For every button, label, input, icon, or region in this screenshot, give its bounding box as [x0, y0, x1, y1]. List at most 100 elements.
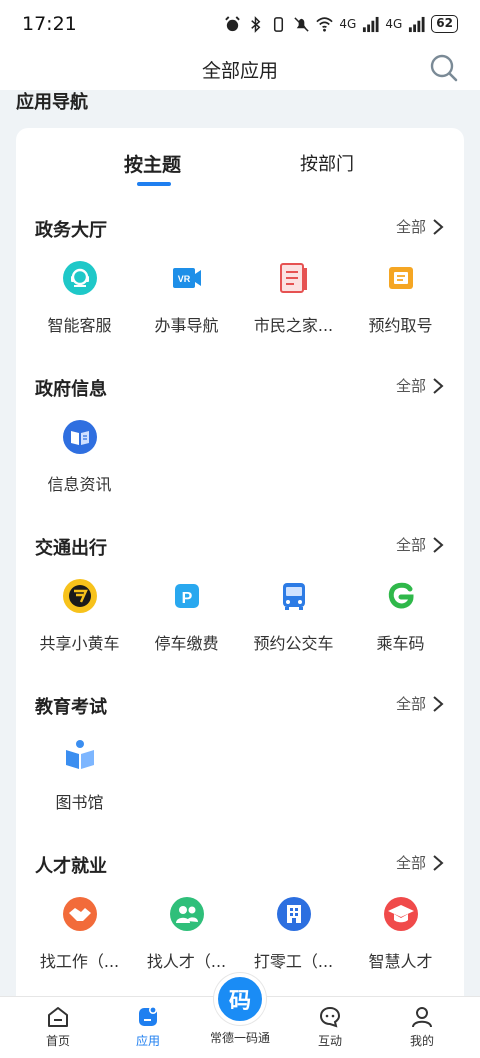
library-icon [62, 737, 98, 773]
app-item-label: 停车缴费 [154, 634, 219, 653]
group-items: 智能客服 VR 办事导航 市民之家... 预约取号 [16, 260, 464, 360]
wifi-icon [316, 16, 334, 32]
app-item-label: 找人才（... [146, 952, 227, 971]
svg-text:VR: VR [177, 274, 190, 284]
chevron-right-icon [433, 854, 444, 871]
app-item-shared-bike[interactable]: 共享小黄车 [26, 578, 133, 654]
nav-label: 我的 [409, 1034, 434, 1048]
app-item-label: 预约取号 [368, 316, 433, 335]
news-book-icon [62, 419, 98, 455]
chevron-right-icon [433, 218, 444, 235]
app-item-label: 智能客服 [47, 316, 112, 335]
nav-apps[interactable]: 应用 [118, 1005, 178, 1049]
group-more-button[interactable]: 全部 [396, 375, 444, 396]
building-icon [276, 896, 312, 932]
app-navigation-card: 按主题 按部门 政务大厅 全部 智能客服 VR 办事导航 市民之家... 预约取… [16, 128, 464, 1008]
app-item-smart-service[interactable]: 智能客服 [26, 260, 133, 336]
app-item-parking-payment[interactable]: P 停车缴费 [133, 578, 240, 654]
app-item-label: 共享小黄车 [39, 634, 120, 653]
more-label: 全部 [395, 218, 426, 236]
nav-mine[interactable]: 我的 [392, 1005, 452, 1049]
graduation-cap-icon [383, 896, 419, 932]
status-icons: 4G 4G 62 [224, 15, 458, 33]
chevron-right-icon [433, 536, 444, 553]
app-item-library[interactable]: 图书馆 [26, 737, 133, 813]
chat-bubble-icon [319, 1006, 341, 1028]
mute-icon [294, 16, 310, 32]
shared-bike-icon [62, 578, 98, 614]
chevron-right-icon [433, 377, 444, 394]
group-government-hall: 政务大厅 全部 智能客服 VR 办事导航 市民之家... 预约取号 [16, 216, 464, 374]
changde-code-button[interactable]: 码 [214, 973, 266, 1025]
app-item-appointment-ticket[interactable]: 预约取号 [347, 260, 454, 336]
group-title: 政务大厅 [35, 220, 107, 241]
bluetooth-icon [251, 15, 261, 33]
battery-indicator: 62 [431, 15, 458, 33]
group-title: 人才就业 [35, 856, 107, 877]
chevron-right-icon [433, 695, 444, 712]
group-more-button[interactable]: 全部 [396, 852, 444, 873]
status-bar: 17:21 4G 4G 62 [0, 0, 480, 48]
citizen-home-icon [276, 260, 312, 296]
nav-changde-code[interactable]: 码 常德一码通 [205, 973, 275, 1046]
group-items: 信息资讯 [16, 419, 464, 519]
app-item-odd-jobs[interactable]: 打零工（... [240, 896, 347, 972]
active-tab-indicator [137, 182, 171, 186]
nav-label: 应用 [135, 1034, 160, 1048]
parking-icon: P [169, 578, 205, 614]
app-item-ride-code[interactable]: 乘车码 [347, 578, 454, 654]
group-items: 图书馆 [16, 737, 464, 837]
group-title: 交通出行 [35, 538, 107, 559]
app-item-citizen-home[interactable]: 市民之家... [240, 260, 347, 336]
app-item-news[interactable]: 信息资讯 [26, 419, 133, 495]
bottom-navigation: 首页 应用 码 常德一码通 互动 我的 [0, 973, 480, 1058]
app-item-smart-talent[interactable]: 智慧人才 [347, 896, 454, 972]
more-label: 全部 [395, 377, 426, 395]
more-label: 全部 [395, 695, 426, 713]
group-more-button[interactable]: 全部 [396, 216, 444, 237]
code-glyph: 码 [228, 989, 251, 1014]
network-type-1: 4G [339, 17, 357, 31]
network-type-2: 4G [385, 17, 403, 31]
app-item-label: 预约公交车 [253, 634, 334, 653]
nav-home[interactable]: 首页 [28, 1005, 88, 1049]
home-icon [48, 1007, 68, 1027]
app-item-label: 打零工（... [253, 952, 334, 971]
app-item-label: 乘车码 [376, 634, 425, 653]
group-education: 教育考试 全部 图书馆 [16, 693, 464, 851]
alarm-icon [225, 15, 241, 31]
section-heading: 应用导航 [16, 92, 88, 113]
appointment-ticket-icon [383, 260, 419, 296]
app-item-label: 智慧人才 [368, 952, 433, 971]
app-item-label: 信息资讯 [47, 475, 112, 494]
group-government-info: 政府信息 全部 信息资讯 [16, 375, 464, 533]
tab-by-department[interactable]: 按部门 [300, 150, 354, 176]
app-item-label: 市民之家... [253, 316, 334, 335]
user-icon [412, 1007, 432, 1028]
search-button[interactable] [426, 50, 462, 86]
vibrate-icon [274, 16, 284, 32]
app-item-label: 找工作（... [39, 952, 120, 971]
tab-by-theme[interactable]: 按主题 [124, 150, 181, 177]
app-item-label: 图书馆 [55, 793, 104, 812]
nav-label: 互动 [317, 1034, 342, 1048]
bus-icon [276, 578, 312, 614]
app-item-service-navigation[interactable]: VR 办事导航 [133, 260, 240, 336]
signal-icon [363, 16, 379, 32]
nav-label: 首页 [45, 1034, 70, 1048]
svg-text:P: P [181, 590, 192, 607]
app-item-bus-booking[interactable]: 预约公交车 [240, 578, 347, 654]
app-item-find-job[interactable]: 找工作（... [26, 896, 133, 972]
signal-icon-2 [409, 16, 425, 32]
group-more-button[interactable]: 全部 [396, 693, 444, 714]
app-item-find-talent[interactable]: 找人才（... [133, 896, 240, 972]
more-label: 全部 [395, 854, 426, 872]
group-title: 教育考试 [35, 697, 107, 718]
status-time: 17:21 [22, 13, 77, 35]
people-icon [169, 896, 205, 932]
nav-label: 常德一码通 [209, 1031, 270, 1045]
nav-interact[interactable]: 互动 [300, 1005, 360, 1049]
handshake-icon [62, 896, 98, 932]
group-transportation: 交通出行 全部 共享小黄车 P 停车缴费 预约公交车 乘车码 [16, 534, 464, 692]
group-more-button[interactable]: 全部 [396, 534, 444, 555]
